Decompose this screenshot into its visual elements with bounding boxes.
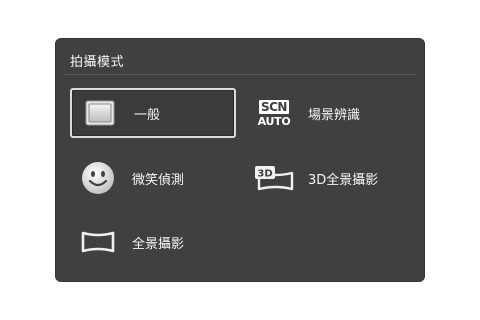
smile-icon [78,160,118,196]
mode-option-panorama[interactable]: 全景攝影 [70,217,236,267]
mode-option-normal[interactable]: 一般 [70,88,236,138]
scn-auto-icon: SCN AUTO [254,95,294,131]
mode-label-smile-detection: 微笑偵測 [132,172,185,188]
dialog-title: 拍攝模式 [70,55,125,70]
mode-option-scene-recognition[interactable]: SCN AUTO 場景辨識 [252,88,412,138]
3d-icon-text: 3D [257,169,272,180]
3d-panorama-icon: 3D [254,160,294,196]
title-divider [64,74,416,75]
normal-mode-icon [80,95,120,131]
auto-icon-text: AUTO [257,114,291,128]
mode-label-scene-recognition: 場景辨識 [308,107,361,123]
mode-label-panorama: 全景攝影 [132,236,185,252]
mode-option-smile-detection[interactable]: 微笑偵測 [70,153,236,203]
mode-label-3d-panorama: 3D全景攝影 [308,172,379,188]
mode-label-normal: 一般 [134,107,161,123]
mode-option-3d-panorama[interactable]: 3D 3D全景攝影 [252,153,412,203]
shooting-mode-dialog: 拍攝模式 一般 SCN AUTO 場景辨識 微笑偵測 3D 3D全景攝影 全景攝… [55,38,425,282]
panorama-icon [78,224,118,260]
scn-icon-text: SCN [258,99,289,114]
